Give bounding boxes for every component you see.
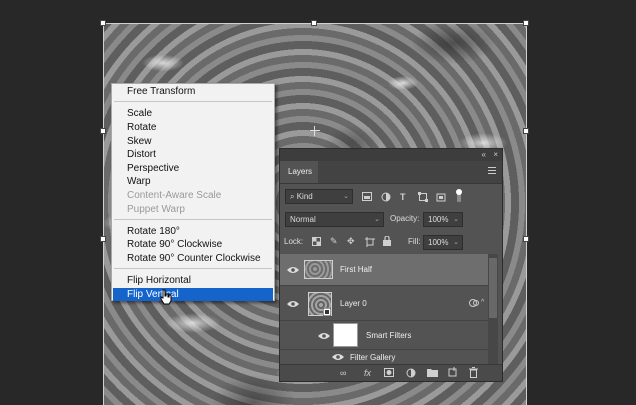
layers-scrollbar[interactable] <box>488 254 498 366</box>
opacity-value: 100% <box>428 215 449 224</box>
layer-name[interactable]: Layer 0 <box>340 299 367 309</box>
delete-layer-trash-icon[interactable] <box>469 367 478 378</box>
chevron-down-icon: ⌄ <box>374 216 380 223</box>
filter-kind-dropdown[interactable]: ⌕ Kind ⌄ <box>285 189 353 204</box>
fill-label: Fill: <box>408 237 421 246</box>
panel-tab-bar: Layers <box>280 161 502 184</box>
menu-item-rotate-90-ccw[interactable]: Rotate 90° Counter Clockwise <box>113 252 273 265</box>
visibility-eye-icon[interactable] <box>287 300 299 308</box>
menu-separator <box>114 268 272 269</box>
layer-name[interactable]: Smart Filters <box>366 331 411 341</box>
layers-panel: « × Layers ⌕ Kind ⌄ T Normal ⌄ Opacity: … <box>279 148 503 382</box>
search-icon: ⌕ <box>290 192 295 201</box>
smart-filter-mask-thumbnail <box>333 323 358 347</box>
panel-menu-icon[interactable] <box>488 167 496 175</box>
transform-handle-middle-right[interactable] <box>523 128 529 134</box>
chevron-up-icon[interactable]: ^ <box>481 298 484 308</box>
hand-cursor-icon <box>160 289 172 305</box>
opacity-input[interactable]: 100% ⌄ <box>423 212 463 227</box>
blend-mode-dropdown[interactable]: Normal ⌄ <box>285 212 384 227</box>
menu-item-warp[interactable]: Warp <box>113 175 273 188</box>
transform-handle-middle-left[interactable] <box>100 128 106 134</box>
menu-item-skew[interactable]: Skew <box>113 135 273 148</box>
menu-item-flip-horizontal[interactable]: Flip Horizontal <box>113 274 273 287</box>
transform-box-left <box>103 23 104 405</box>
menu-item-scale[interactable]: Scale <box>113 107 273 120</box>
transform-handle-bottom-left[interactable] <box>100 236 106 242</box>
transform-box-right <box>526 23 527 405</box>
blend-mode-value: Normal <box>290 215 316 224</box>
visibility-eye-icon[interactable] <box>287 266 299 274</box>
lock-image-pixels-icon[interactable]: ✎ <box>330 236 338 246</box>
transform-handle-top-left[interactable] <box>100 20 106 26</box>
layer-row-first-half[interactable]: First Half <box>280 254 488 286</box>
lock-transparent-pixels-icon[interactable] <box>312 237 321 246</box>
lock-all-icon[interactable] <box>383 236 391 246</box>
visibility-eye-icon[interactable] <box>318 332 330 340</box>
visibility-eye-icon[interactable] <box>332 353 344 361</box>
layer-row-smart-filters[interactable]: Smart Filters <box>280 322 488 350</box>
smart-object-badge-icon <box>323 308 331 316</box>
filter-kind-label: Kind <box>296 192 313 201</box>
layer-style-button[interactable]: fx <box>364 368 371 378</box>
fill-input[interactable]: 100% ⌄ <box>423 235 463 250</box>
transform-reference-point[interactable] <box>310 126 320 136</box>
layer-row-layer-0[interactable]: Layer 0 ^ <box>280 287 488 321</box>
filter-adjustment-icon[interactable] <box>381 192 391 202</box>
filter-toggle-icon[interactable] <box>455 189 463 203</box>
layer-name[interactable]: First Half <box>340 265 372 275</box>
menu-item-puppet-warp: Puppet Warp <box>127 204 185 215</box>
layer-row-filter-gallery[interactable]: Filter Gallery <box>280 351 488 365</box>
panel-titlebar[interactable]: « × <box>280 149 502 161</box>
layer-name[interactable]: Filter Gallery <box>350 353 395 363</box>
opacity-label: Opacity: <box>390 214 420 223</box>
new-layer-icon[interactable] <box>448 367 458 377</box>
scrollbar-thumb[interactable] <box>489 258 497 318</box>
menu-item-distort[interactable]: Distort <box>113 148 273 161</box>
layer-thumbnail <box>304 260 333 279</box>
close-panel-icon[interactable]: × <box>493 149 498 161</box>
adjustment-layer-icon[interactable] <box>406 368 416 378</box>
menu-item-rotate-180[interactable]: Rotate 180° <box>113 225 273 238</box>
collapse-panel-icon[interactable]: « <box>482 149 486 161</box>
chevron-down-icon: ⌄ <box>343 193 349 200</box>
filter-shape-icon[interactable] <box>418 192 428 202</box>
menu-separator <box>114 101 272 102</box>
tab-layers[interactable]: Layers <box>280 161 318 183</box>
transform-handle-top-center[interactable] <box>311 20 317 26</box>
filter-type-icon[interactable]: T <box>400 192 406 202</box>
filter-smart-object-icon[interactable] <box>436 192 446 202</box>
menu-item-content-aware-scale: Content-Aware Scale <box>127 190 222 201</box>
fill-value: 100% <box>428 238 449 247</box>
lock-label: Lock: <box>284 237 304 246</box>
menu-item-rotate[interactable]: Rotate <box>113 121 273 134</box>
menu-item-rotate-90-cw[interactable]: Rotate 90° Clockwise <box>113 238 273 251</box>
transform-handle-bottom-right[interactable] <box>523 236 529 242</box>
lock-position-icon[interactable]: ✥ <box>347 236 355 246</box>
new-group-folder-icon[interactable] <box>427 368 438 377</box>
transform-context-menu: Free Transform Scale Rotate Skew Distort… <box>111 83 275 301</box>
layers-panel-footer: ∞ fx <box>280 364 502 381</box>
chevron-down-icon: ⌄ <box>453 239 459 246</box>
lock-artboard-icon[interactable] <box>365 237 375 247</box>
menu-item-free-transform[interactable]: Free Transform <box>113 85 273 98</box>
menu-item-perspective[interactable]: Perspective <box>113 162 273 175</box>
menu-item-flip-vertical[interactable]: Flip Vertical <box>113 288 273 301</box>
add-mask-icon[interactable] <box>384 368 394 377</box>
link-layers-icon[interactable]: ∞ <box>340 368 346 378</box>
smart-filter-options-icon[interactable] <box>469 298 479 308</box>
chevron-down-icon: ⌄ <box>453 216 459 223</box>
menu-separator <box>114 219 272 220</box>
transform-handle-top-right[interactable] <box>523 20 529 26</box>
filter-pixel-icon[interactable] <box>362 192 372 201</box>
